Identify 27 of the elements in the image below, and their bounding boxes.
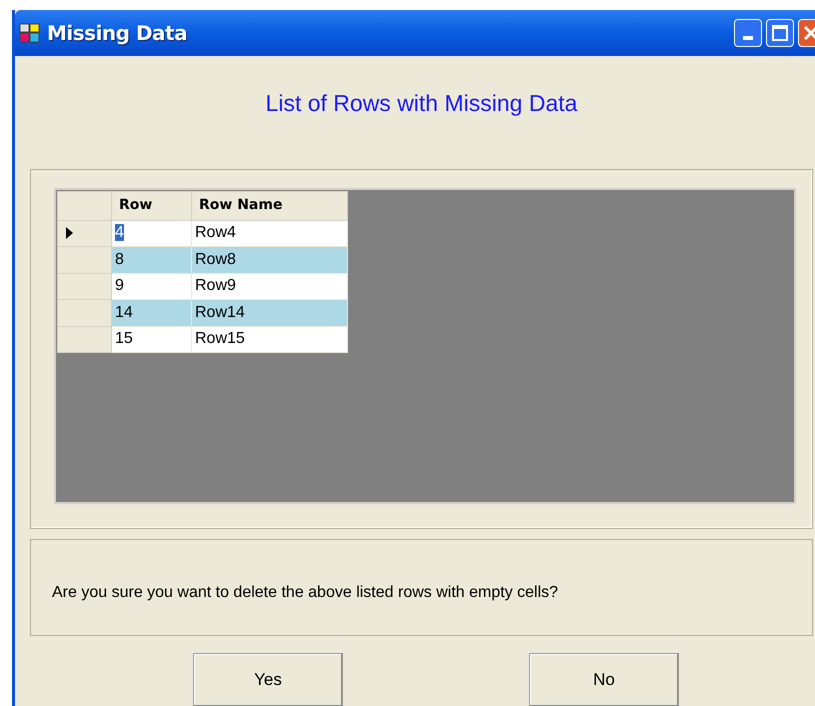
table-cell[interactable]: 8: [112, 246, 192, 273]
table-cell[interactable]: Row14: [192, 300, 348, 326]
maximize-button[interactable]: [766, 19, 794, 47]
table-cell[interactable]: Row4: [192, 220, 348, 246]
minimize-button[interactable]: [734, 19, 762, 47]
minimize-icon: [743, 36, 753, 40]
table-cell[interactable]: Row9: [192, 273, 348, 300]
dialog-button[interactable]: Yes: [193, 652, 343, 706]
app-icon: [19, 23, 41, 43]
window-title: Missing Data: [47, 20, 188, 47]
row-header[interactable]: [58, 220, 112, 246]
table-cell[interactable]: Row8: [192, 246, 348, 273]
current-row-icon: [66, 227, 73, 240]
maximize-icon: [772, 25, 788, 41]
dialog-button[interactable]: No: [529, 652, 679, 706]
table-cell[interactable]: 14: [112, 300, 192, 326]
table-cell[interactable]: 4: [112, 220, 192, 246]
dialog-heading: List of Rows with Missing Data: [266, 89, 578, 118]
table-cell[interactable]: 15: [112, 326, 192, 352]
table-cell[interactable]: 9: [112, 273, 192, 300]
close-button[interactable]: [798, 19, 815, 47]
column-header[interactable]: Row: [112, 191, 192, 220]
close-icon: [803, 25, 815, 41]
table-cell[interactable]: Row15: [192, 326, 348, 352]
corner-header: [58, 191, 112, 220]
confirmation-message: Are you sure you want to delete the above listed rows with empty cells?: [52, 582, 558, 602]
column-header[interactable]: Row Name: [192, 191, 348, 220]
